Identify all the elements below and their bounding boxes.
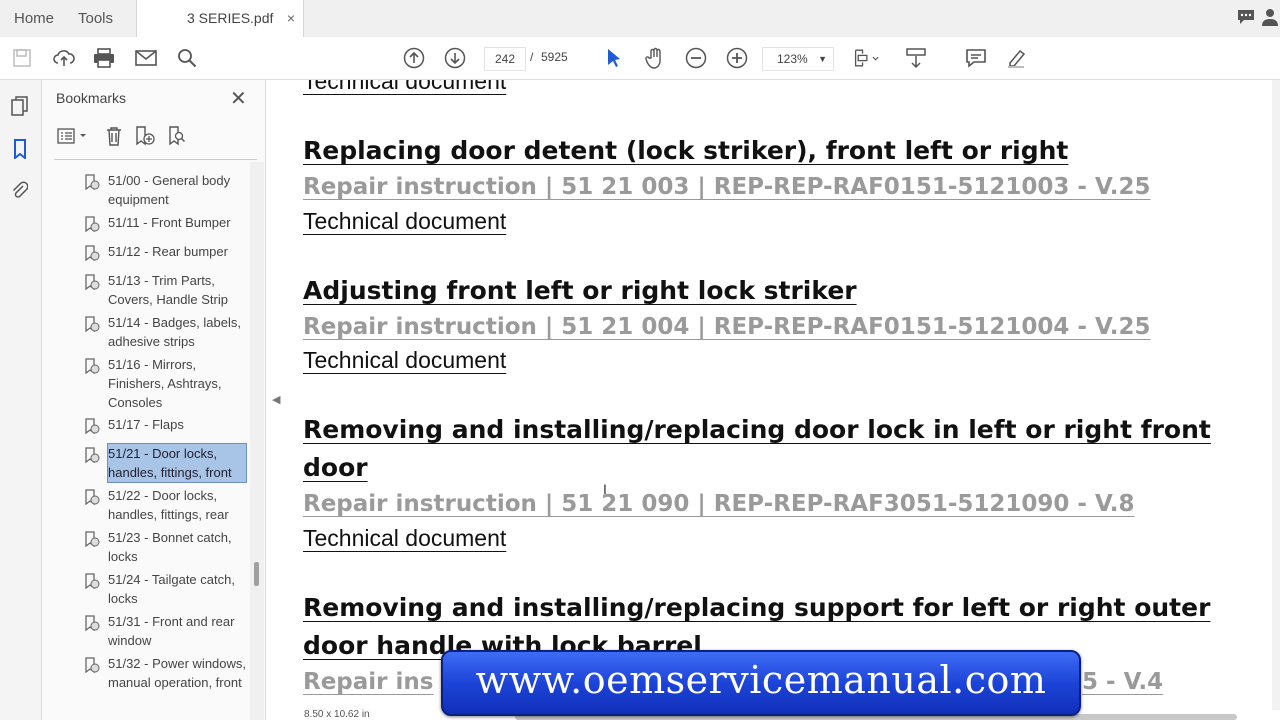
bookmark-page-icon	[84, 316, 100, 333]
bookmarks-title: Bookmarks	[56, 90, 127, 106]
technical-document-link[interactable]: Technical document	[303, 208, 506, 235]
page-total: 5925	[541, 50, 568, 64]
select-cursor-icon[interactable]	[601, 45, 627, 71]
bookmark-page-icon	[84, 358, 100, 375]
previous-page-icon[interactable]	[401, 45, 427, 71]
attachment-icon[interactable]	[9, 180, 31, 202]
collapse-panel-icon[interactable]: ◀	[272, 393, 280, 406]
new-bookmark-icon[interactable]	[133, 124, 157, 148]
pen-highlight-icon[interactable]	[1004, 45, 1030, 71]
bookmark-page-icon	[84, 216, 100, 233]
bookmark-label: 51/16 - Mirrors, Finishers, Ashtrays, Co…	[108, 357, 222, 410]
zoom-select[interactable]: 123% ▼	[762, 47, 834, 71]
doc-heading[interactable]: Adjusting front left or right lock strik…	[303, 276, 857, 305]
tab-document-label: 3 SERIES.pdf	[187, 10, 274, 26]
repair-instruction-link[interactable]: Repair instruction | 51 21 003 | REP-REP…	[303, 174, 1151, 200]
bookmark-page-icon	[84, 245, 100, 262]
bookmark-page-icon	[84, 489, 100, 506]
next-page-icon[interactable]	[442, 45, 468, 71]
page-thumbnails-icon[interactable]	[9, 95, 31, 117]
bookmark-page-icon	[84, 615, 100, 632]
bookmark-page-icon	[84, 174, 100, 191]
delete-bookmark-icon[interactable]	[102, 124, 126, 148]
user-icon[interactable]	[1262, 8, 1278, 31]
options-menu-icon[interactable]	[56, 124, 90, 148]
doc-heading-continued[interactable]: door	[303, 453, 368, 482]
doc-heading[interactable]: Removing and installing/replacing door l…	[303, 415, 1211, 444]
watermark-text: www.oemservicemanual.com	[475, 658, 1047, 702]
technical-document-link[interactable]: Technical document	[303, 347, 506, 374]
bookmark-icon[interactable]	[9, 138, 31, 160]
close-tab-icon[interactable]: ×	[287, 0, 295, 37]
bookmark-page-icon	[84, 531, 100, 548]
bookmark-label: 51/32 - Power windows, manual operation,…	[108, 656, 247, 690]
navigation-rail	[0, 80, 42, 720]
tab-bar: Home Tools 3 SERIES.pdf ×	[0, 0, 1280, 38]
text-cursor-icon: I	[603, 481, 607, 497]
zoom-in-icon[interactable]	[724, 45, 750, 71]
bookmark-label: 51/31 - Front and rear window	[108, 614, 235, 648]
chevron-down-icon: ▼	[818, 54, 827, 64]
tab-tools[interactable]: Tools	[78, 0, 113, 37]
bookmark-label: 51/00 - General body equipment	[108, 173, 231, 207]
bookmark-label: 51/14 - Badges, labels, adhesive strips	[108, 315, 241, 349]
doc-heading[interactable]: Replacing door detent (lock striker), fr…	[303, 136, 1068, 165]
document-vertical-scrollbar[interactable]	[1272, 80, 1280, 710]
scroll-mode-icon[interactable]	[903, 45, 929, 71]
tab-document[interactable]: 3 SERIES.pdf ×	[136, 0, 304, 38]
bookmark-page-icon	[84, 418, 100, 435]
main-toolbar: 242 / 5925 123% ▼	[0, 37, 1280, 80]
bookmarks-panel: Bookmarks ✕ 51/00 - General body equipme…	[42, 80, 266, 720]
bookmark-label: 51/21 - Door locks, handles, fittings, f…	[107, 443, 247, 483]
fit-page-icon[interactable]	[853, 45, 879, 71]
bookmark-page-icon	[84, 274, 100, 291]
repair-instruction-link[interactable]: Repair instruction | 51 21 004 | REP-REP…	[303, 314, 1151, 340]
page-size-label: 8.50 x 10.62 in	[304, 709, 370, 720]
bookmark-label: 51/22 - Door locks, handles, fittings, r…	[108, 488, 229, 522]
repair-instruction-link[interactable]: Repair ins	[303, 669, 433, 695]
doc-heading[interactable]: Removing and installing/replacing suppor…	[303, 593, 1210, 622]
page-separator: /	[530, 50, 534, 64]
page-number-input[interactable]: 242	[484, 47, 526, 71]
panel-divider	[54, 159, 257, 160]
watermark-banner: www.oemservicemanual.com	[441, 650, 1081, 716]
search-icon[interactable]	[174, 45, 200, 71]
zoom-out-icon[interactable]	[683, 45, 709, 71]
bookmark-page-icon	[84, 573, 100, 590]
technical-document-link[interactable]: Technical document	[303, 80, 506, 95]
bookmark-label: 51/11 - Front Bumper	[108, 215, 231, 230]
repair-instruction-link-end[interactable]: 5 - V.4	[1082, 669, 1163, 695]
comment-icon[interactable]	[963, 45, 989, 71]
zoom-value: 123%	[777, 52, 808, 66]
bookmark-label: 51/17 - Flaps	[108, 417, 184, 432]
upload-cloud-icon[interactable]	[51, 45, 77, 71]
print-icon[interactable]	[91, 45, 117, 71]
bookmark-label: 51/24 - Tailgate catch, locks	[108, 572, 235, 606]
bookmark-label: 51/23 - Bonnet catch, locks	[108, 530, 232, 564]
tab-home[interactable]: Home	[14, 0, 54, 37]
bookmark-page-icon	[84, 447, 100, 464]
bookmark-page-icon	[84, 657, 100, 674]
document-view[interactable]: Technical document Replacing door detent…	[287, 80, 1280, 710]
technical-document-link[interactable]: Technical document	[303, 525, 506, 552]
bookmarks-scrollbar[interactable]	[250, 162, 264, 720]
bookmarks-scroll-thumb[interactable]	[254, 562, 259, 586]
find-bookmark-icon[interactable]	[165, 124, 189, 148]
close-panel-icon[interactable]: ✕	[230, 86, 247, 111]
repair-instruction-link[interactable]: Repair instruction | 51 21 090 | REP-REP…	[303, 491, 1135, 517]
comment-bubble-icon[interactable]	[1236, 8, 1256, 31]
save-icon[interactable]	[9, 45, 35, 71]
email-icon[interactable]	[133, 45, 159, 71]
bookmark-label: 51/13 - Trim Parts, Covers, Handle Strip	[108, 273, 228, 307]
hand-tool-icon[interactable]	[642, 45, 668, 71]
bookmark-label: 51/12 - Rear bumper	[108, 244, 228, 259]
